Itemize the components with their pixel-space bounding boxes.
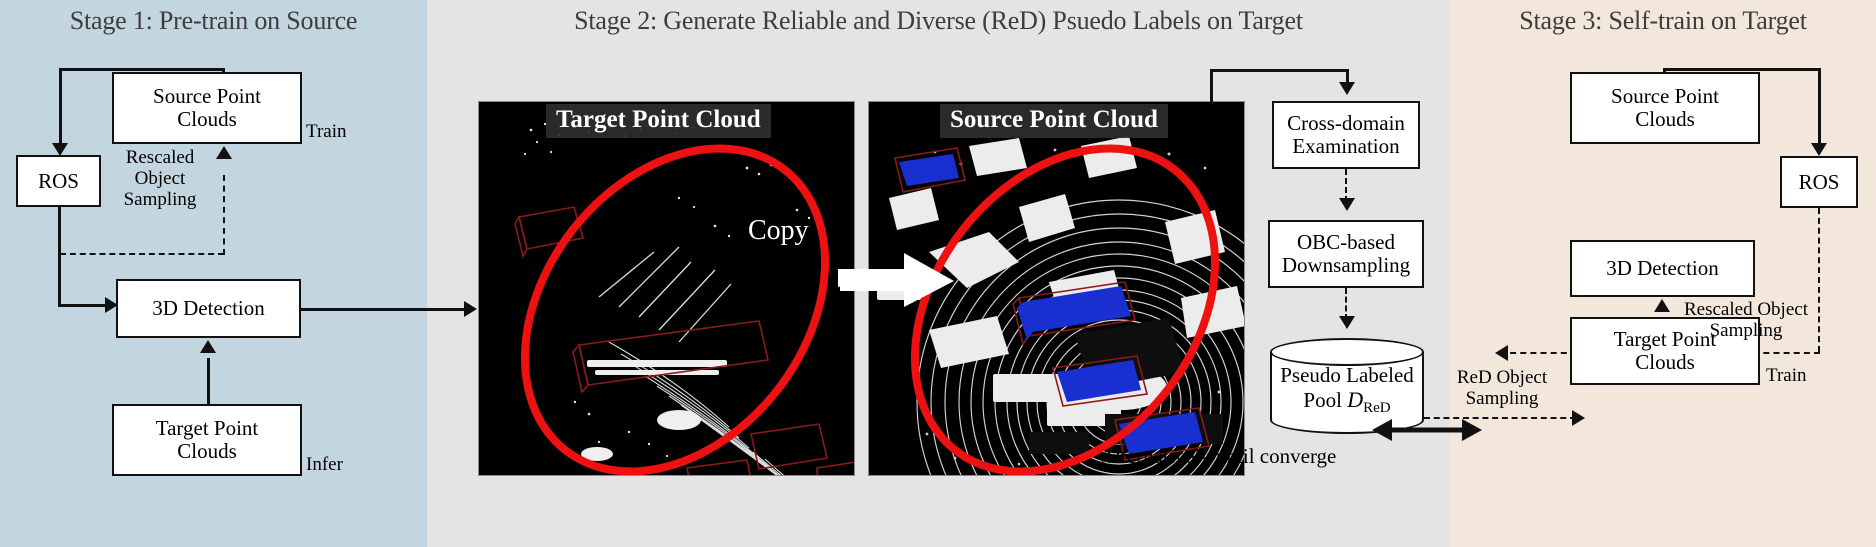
- stage1-rescaled-object-sampling-label: Rescaled Object Sampling: [108, 147, 212, 211]
- s1-to-s2-line: [301, 308, 468, 311]
- stage-2-title: Stage 2: Generate Reliable and Diverse (…: [574, 6, 1303, 35]
- stage1-source-point-clouds-box[interactable]: Source Point Clouds: [112, 72, 302, 144]
- stage1-ros-box[interactable]: ROS: [16, 155, 101, 207]
- stage3-target-line2: Clouds: [1635, 350, 1695, 374]
- s2-over-line: [1210, 69, 1349, 72]
- stage3-train-label: Train: [1766, 365, 1807, 386]
- obc-based-downsampling-box[interactable]: OBC-based Downsampling: [1268, 220, 1424, 288]
- stage-3-title: Stage 3: Self-train on Target: [1519, 6, 1807, 35]
- s1-arrow-ros-sampling-up: [216, 146, 232, 159]
- stage3-3d-detection-box[interactable]: 3D Detection: [1570, 240, 1755, 297]
- s3-arrow-into-ros: [1811, 143, 1827, 156]
- s2-src-up-line: [1210, 69, 1213, 104]
- stage3-source-line2: Clouds: [1635, 107, 1695, 131]
- s1-ros-l2: Object: [134, 167, 186, 189]
- stage1-infer-label: Infer: [306, 454, 343, 475]
- alternately-double-arrow-icon: [1372, 419, 1482, 441]
- s2-arrow-into-obc: [1339, 198, 1355, 211]
- obc-line1: OBC-based: [1296, 230, 1395, 255]
- stage1-source-line1: Source Point: [153, 84, 261, 109]
- stage1-target-line1: Target Point: [155, 416, 259, 441]
- red-sampling-line1: ReD Object: [1456, 367, 1548, 388]
- target-point-cloud-image[interactable]: [478, 101, 855, 476]
- pool-cylinder-top: [1270, 338, 1424, 366]
- s3-ros-l2: Sampling: [1709, 319, 1783, 341]
- stage3-ros-box[interactable]: ROS: [1780, 156, 1858, 208]
- cross-domain-examination-box[interactable]: Cross-domain Examination: [1272, 101, 1420, 169]
- s3-feedback-line-top: [1663, 68, 1820, 71]
- diagram-root: Stage 1: Pre-train on Source Stage 2: Ge…: [0, 0, 1876, 547]
- s2-arrow-into-cross-domain: [1339, 82, 1355, 95]
- s1-feedback-line-top: [59, 68, 225, 71]
- stage3-source-line1: Source Point: [1611, 84, 1719, 109]
- s1-ros-down-line: [58, 205, 61, 306]
- copy-label: Copy: [748, 215, 809, 246]
- s1-ros-l3: Sampling: [123, 188, 197, 210]
- alternately-until-converge-label: Alternatively until converge: [1100, 444, 1337, 468]
- stage1-ros-label: ROS: [38, 168, 79, 193]
- stage1-detection-label: 3D Detection: [152, 296, 265, 321]
- copy-arrow-icon: [838, 253, 954, 307]
- cross-domain-line1: Cross-domain: [1287, 111, 1405, 136]
- s3-ros-l1: Rescaled Object: [1684, 299, 1808, 320]
- s1-feedback-line-left-down: [59, 68, 62, 145]
- stage1-target-line2: Clouds: [177, 439, 237, 463]
- source-point-cloud-caption: Source Point Cloud: [940, 104, 1168, 138]
- stage3-source-point-clouds-box[interactable]: Source Point Clouds: [1570, 72, 1760, 144]
- target-point-cloud-render: [479, 102, 854, 475]
- stage3-ros-label: ROS: [1798, 169, 1840, 194]
- stage1-3d-detection-box[interactable]: 3D Detection: [116, 279, 301, 338]
- cross-domain-line2: Examination: [1292, 134, 1400, 158]
- pool-line1: Pseudo: [1280, 363, 1341, 387]
- s1-ros-dashed-h: [60, 253, 224, 255]
- s3-arrow-ros-into-target: [1495, 345, 1508, 361]
- pool-symbol: D: [1347, 386, 1364, 412]
- stage1-target-point-clouds-box[interactable]: Target Point Clouds: [112, 404, 302, 476]
- s1-ros-right-line: [58, 304, 108, 307]
- red-object-sampling-label: ReD Object Sampling: [1428, 367, 1576, 410]
- s1-ros-dashed-v: [223, 175, 225, 255]
- s3-feedback-right-down: [1818, 68, 1821, 145]
- s2-arrow-into-pool: [1339, 316, 1355, 329]
- stage3-detection-label: 3D Detection: [1606, 256, 1719, 281]
- obc-line2: Downsampling: [1281, 253, 1411, 277]
- s3-arrow-target-to-detection: [1654, 299, 1670, 312]
- red-object-sampling-arrow: [1572, 410, 1585, 426]
- stage-1-title: Stage 1: Pre-train on Source: [69, 6, 358, 35]
- stage1-train-label: Train: [306, 121, 347, 142]
- pool-cylinder-text: Pseudo Labeled Pool DReD: [1270, 363, 1424, 417]
- s1-arrow-target-to-detection: [200, 340, 216, 353]
- stage3-rescaled-object-sampling-label: Rescaled Object Sampling: [1672, 299, 1820, 342]
- pool-symbol-wrap: DReD: [1347, 386, 1390, 416]
- s1-ros-l1: Rescaled: [125, 147, 195, 168]
- red-sampling-line2: Sampling: [1465, 387, 1539, 409]
- s1-target-up-line: [207, 358, 210, 404]
- stage1-source-line2: Clouds: [177, 107, 237, 131]
- target-point-cloud-caption: Target Point Cloud: [546, 104, 771, 138]
- s1-to-s2-arrow: [464, 301, 477, 317]
